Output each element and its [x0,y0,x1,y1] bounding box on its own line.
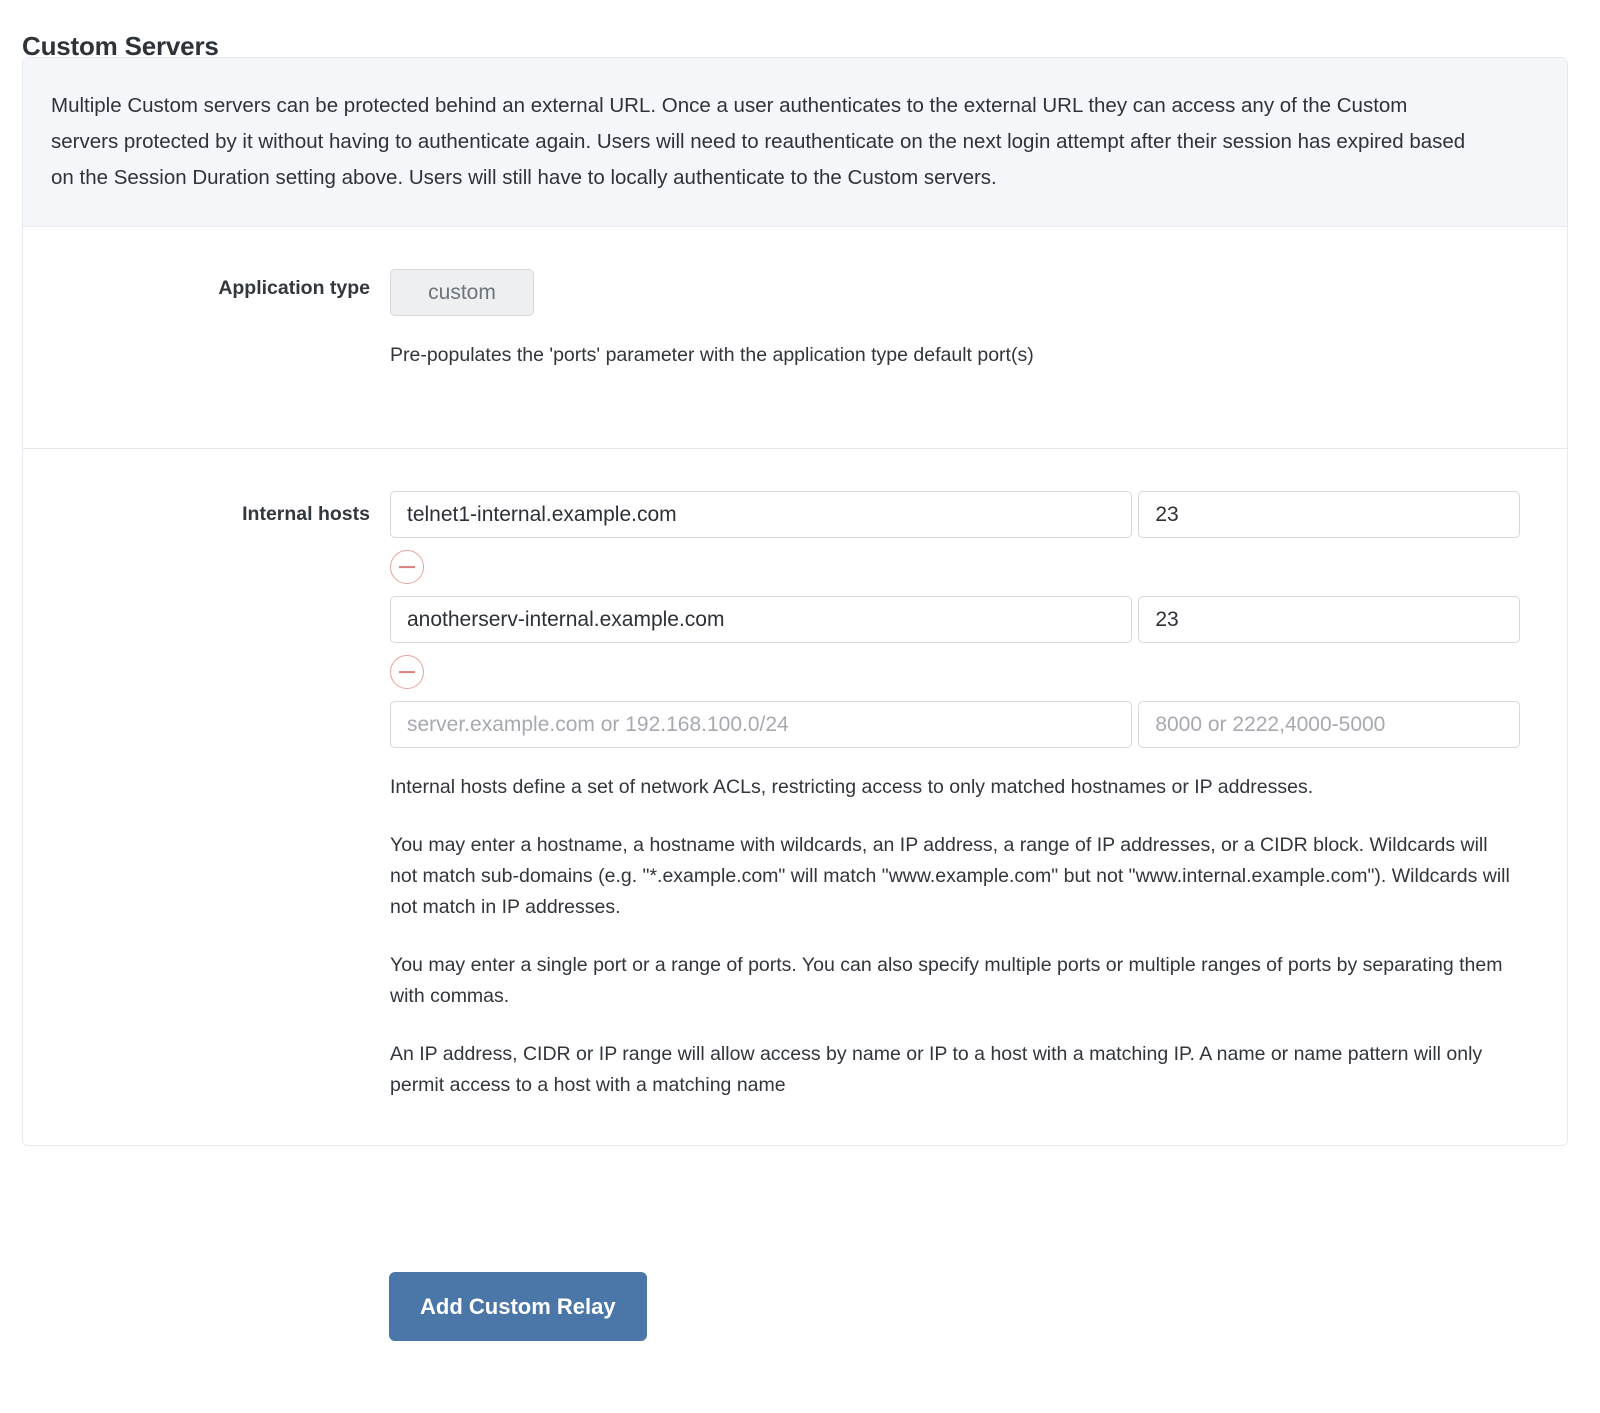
application-type-field-row: Application type custom Pre-populates th… [23,227,1567,449]
internal-host-row-empty [390,701,1520,748]
internal-host-port-input-new[interactable] [1138,701,1520,748]
internal-hosts-control: Internal hosts define a set of network A… [390,491,1567,1101]
internal-hosts-help-paragraph: You may enter a hostname, a hostname wit… [390,834,1510,918]
info-banner-text: Multiple Custom servers can be protected… [51,94,1466,189]
add-custom-relay-button[interactable]: Add Custom Relay [389,1272,647,1341]
internal-host-input[interactable] [390,596,1133,643]
application-type-control: custom Pre-populates the 'ports' paramet… [390,269,1567,371]
custom-servers-card: Multiple Custom servers can be protected… [22,57,1568,1146]
internal-host-port-input[interactable] [1138,491,1520,538]
internal-hosts-help-paragraph: You may enter a single port or a range o… [390,954,1503,1007]
application-type-input[interactable]: custom [390,269,534,316]
minus-circle-icon[interactable] [390,655,424,689]
application-type-help: Pre-populates the 'ports' parameter with… [390,344,1034,366]
internal-hosts-help-paragraph: An IP address, CIDR or IP range will all… [390,1043,1483,1096]
internal-host-port-input[interactable] [1138,596,1520,643]
internal-hosts-field-row: Internal hosts telnet1-internal.example.… [23,449,1567,1145]
custom-servers-page: Custom Servers Multiple Custom servers c… [0,0,1600,1413]
internal-hosts-label: Internal hosts [242,503,370,525]
internal-host-input[interactable] [390,491,1133,538]
internal-hosts-help: Internal hosts define a set of network A… [390,772,1520,1101]
internal-host-row [390,491,1520,538]
internal-hosts-help-paragraph: Internal hosts define a set of network A… [390,776,1314,798]
application-type-label: Application type [218,277,370,299]
minus-circle-icon[interactable] [390,550,424,584]
internal-host-row [390,596,1520,643]
internal-host-remove-wrap [390,538,1520,596]
info-banner: Multiple Custom servers can be protected… [23,58,1567,227]
internal-host-remove-wrap [390,643,1520,701]
internal-host-input-new[interactable] [390,701,1133,748]
internal-hosts-rows [390,491,1520,748]
footer-actions: Add Custom Relay [22,1272,1568,1341]
